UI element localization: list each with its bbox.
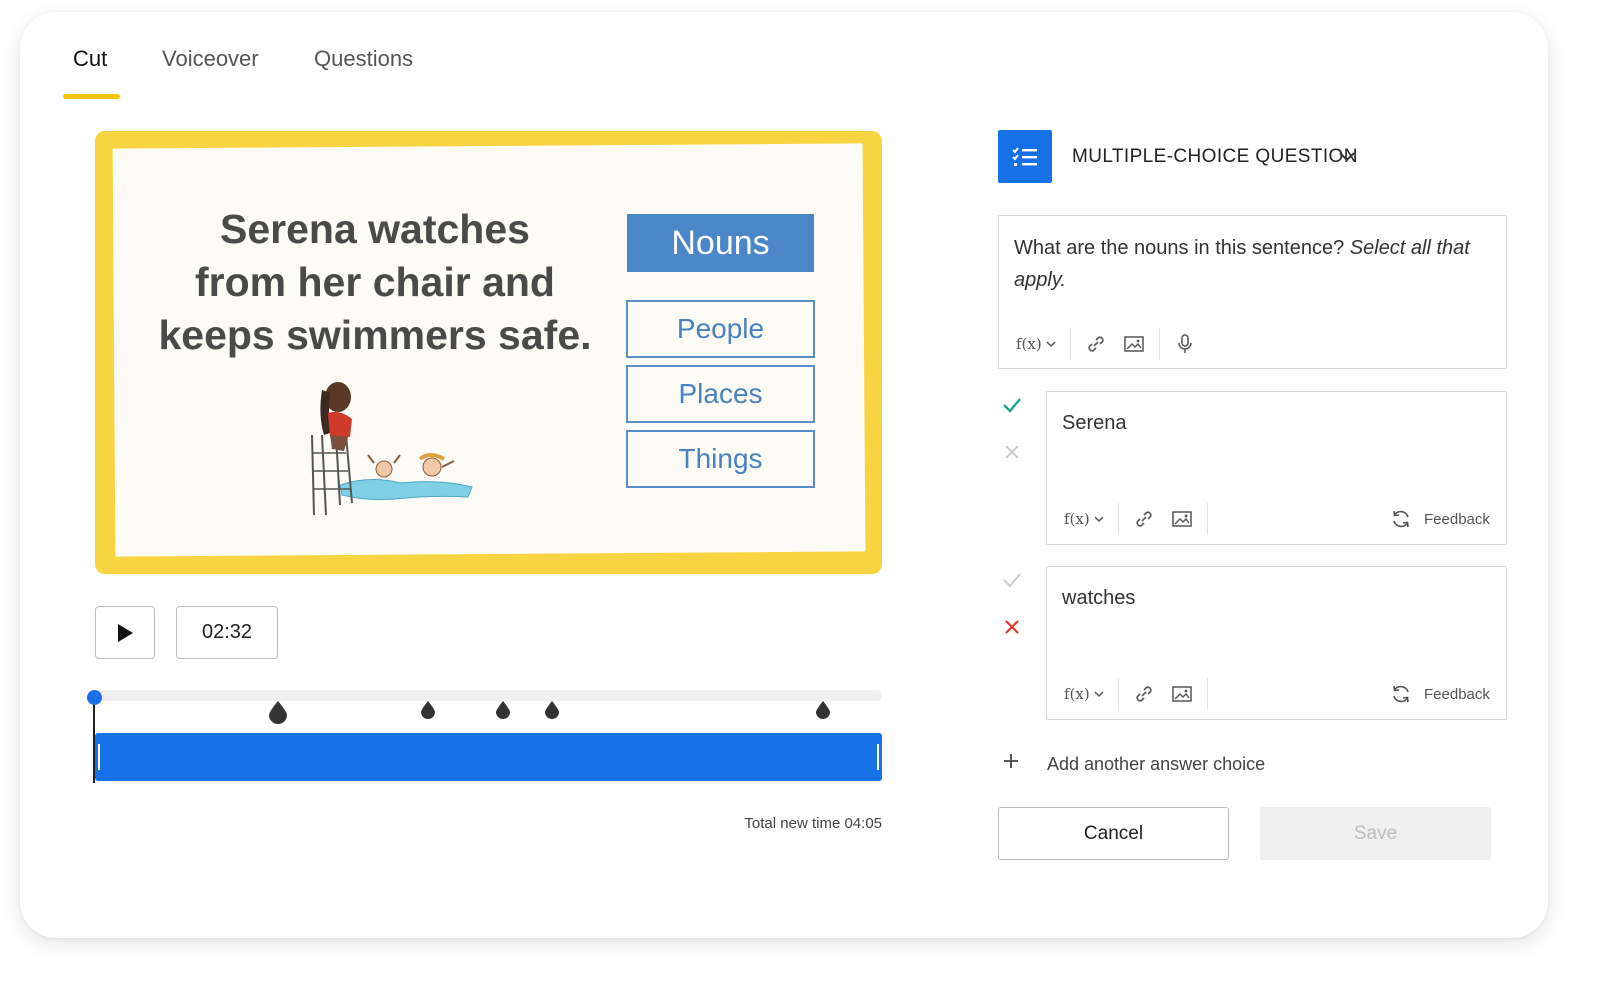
image-icon[interactable] bbox=[1171, 508, 1193, 530]
save-button[interactable]: Save bbox=[1260, 807, 1491, 860]
toolbar-divider bbox=[1069, 328, 1071, 360]
checklist-icon bbox=[1012, 146, 1037, 166]
refresh-icon bbox=[1393, 510, 1409, 528]
cancel-button[interactable]: Cancel bbox=[998, 807, 1229, 860]
link-icon[interactable] bbox=[1085, 333, 1107, 355]
cut-range-bar[interactable] bbox=[95, 733, 882, 781]
formula-button[interactable]: f(x) bbox=[1016, 335, 1056, 353]
link-icon[interactable] bbox=[1133, 683, 1155, 705]
question-prompt: What are the nouns in this sentence? bbox=[1014, 237, 1345, 259]
slide-sentence-line: Serena watches bbox=[220, 206, 530, 252]
slide-sentence-line: from her chair and bbox=[195, 259, 555, 305]
formula-label: f(x) bbox=[1064, 510, 1090, 528]
toolbar-divider bbox=[1117, 503, 1119, 535]
play-button[interactable] bbox=[95, 606, 155, 659]
feedback-button[interactable]: Feedback bbox=[1390, 508, 1490, 530]
link-icon[interactable] bbox=[1133, 508, 1155, 530]
refresh-icon bbox=[1393, 685, 1409, 703]
add-choice-button[interactable] bbox=[1002, 752, 1020, 770]
cut-start-handle[interactable] bbox=[98, 744, 100, 770]
total-new-time: Total new time 04:05 bbox=[744, 815, 882, 832]
slide-category-header: Nouns bbox=[627, 214, 814, 272]
slide-sentence-line: keeps swimmers safe. bbox=[158, 312, 592, 358]
toolbar-divider bbox=[1206, 503, 1208, 535]
tab-cut[interactable]: Cut bbox=[73, 46, 107, 72]
answer-text[interactable]: watches bbox=[1062, 587, 1135, 610]
answer-toolbar: f(x) bbox=[1064, 678, 1208, 710]
feedback-label: Feedback bbox=[1424, 685, 1490, 703]
timeline-track[interactable] bbox=[95, 690, 882, 701]
active-tab-indicator bbox=[63, 94, 120, 99]
timeline-marker[interactable] bbox=[420, 700, 436, 720]
toolbar-divider bbox=[1158, 328, 1160, 360]
chevron-down-icon bbox=[1046, 341, 1056, 348]
tab-voiceover[interactable]: Voiceover bbox=[162, 46, 259, 72]
tab-questions[interactable]: Questions bbox=[314, 46, 413, 72]
add-choice-label[interactable]: Add another answer choice bbox=[1047, 754, 1265, 775]
mark-incorrect-icon[interactable] bbox=[1001, 616, 1023, 638]
chevron-down-icon bbox=[1094, 691, 1104, 698]
slide-sentence: Serena watches from her chair and keeps … bbox=[140, 203, 610, 362]
formula-button[interactable]: f(x) bbox=[1064, 685, 1104, 703]
playhead-line bbox=[93, 700, 95, 783]
answer-text[interactable]: Serena bbox=[1062, 412, 1127, 435]
timeline-marker[interactable] bbox=[268, 700, 288, 724]
timeline-marker[interactable] bbox=[815, 700, 831, 720]
question-type-label[interactable]: MULTIPLE-CHOICE QUESTION bbox=[1072, 146, 1358, 168]
formula-label: f(x) bbox=[1064, 685, 1090, 703]
question-type-button[interactable] bbox=[998, 130, 1052, 183]
mark-incorrect-icon[interactable] bbox=[1001, 441, 1023, 463]
toolbar-divider bbox=[1117, 678, 1119, 710]
answer-toolbar: f(x) bbox=[1064, 503, 1208, 535]
cut-end-handle[interactable] bbox=[877, 744, 879, 770]
feedback-button[interactable]: Feedback bbox=[1390, 683, 1490, 705]
question-toolbar: f(x) bbox=[1016, 328, 1196, 360]
feedback-label: Feedback bbox=[1424, 510, 1490, 528]
microphone-icon[interactable] bbox=[1174, 333, 1196, 355]
formula-button[interactable]: f(x) bbox=[1064, 510, 1104, 528]
image-icon[interactable] bbox=[1123, 333, 1145, 355]
slide-category-people: People bbox=[626, 300, 815, 358]
playhead-handle[interactable] bbox=[87, 690, 102, 705]
play-icon bbox=[118, 623, 133, 642]
current-time: 02:32 bbox=[176, 606, 278, 659]
chevron-down-icon[interactable] bbox=[1337, 146, 1357, 166]
plus-icon bbox=[1004, 754, 1018, 768]
timeline-marker[interactable] bbox=[495, 700, 511, 720]
toolbar-divider bbox=[1206, 678, 1208, 710]
timeline-marker[interactable] bbox=[544, 700, 560, 720]
slide-category-things: Things bbox=[626, 430, 815, 488]
mark-correct-icon[interactable] bbox=[1001, 569, 1023, 591]
image-icon[interactable] bbox=[1171, 683, 1193, 705]
question-text[interactable]: What are the nouns in this sentence? Sel… bbox=[1014, 232, 1494, 296]
mark-correct-icon[interactable] bbox=[1001, 394, 1023, 416]
slide-category-places: Places bbox=[626, 365, 815, 423]
lifeguard-illustration bbox=[311, 382, 473, 516]
formula-label: f(x) bbox=[1016, 335, 1042, 353]
chevron-down-icon bbox=[1094, 516, 1104, 523]
